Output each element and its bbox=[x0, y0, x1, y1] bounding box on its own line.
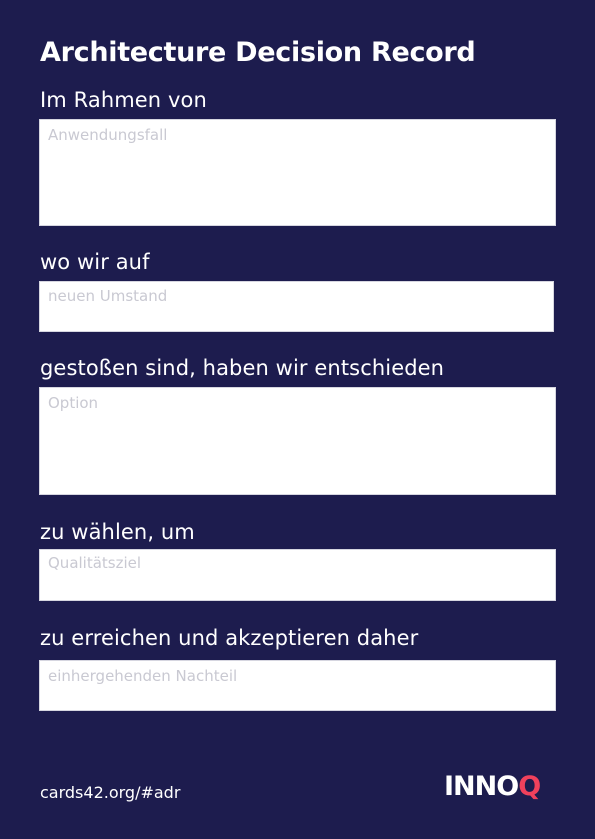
innoq-logo: INNOQ bbox=[444, 771, 541, 802]
label-decided: gestoßen sind, haben wir entschieden bbox=[40, 356, 445, 380]
adr-card: Architecture Decision Record Im Rahmen v… bbox=[0, 0, 595, 839]
label-achieve-accept: zu erreichen und akzeptieren daher bbox=[40, 626, 419, 650]
cards42-link[interactable]: cards42.org/#adr bbox=[40, 783, 180, 802]
label-context: Im Rahmen von bbox=[40, 88, 207, 112]
option-field[interactable] bbox=[39, 387, 556, 495]
card-title: Architecture Decision Record bbox=[40, 37, 476, 68]
quality-goal-field[interactable] bbox=[39, 549, 556, 601]
new-circumstance-field[interactable] bbox=[39, 281, 554, 332]
logo-text-accent: Q bbox=[518, 771, 541, 802]
label-facing: wo wir auf bbox=[40, 250, 150, 274]
downside-field[interactable] bbox=[39, 660, 556, 711]
logo-text-main: INNO bbox=[444, 771, 519, 802]
use-case-field[interactable] bbox=[39, 119, 556, 226]
label-to-choose: zu wählen, um bbox=[40, 520, 195, 544]
